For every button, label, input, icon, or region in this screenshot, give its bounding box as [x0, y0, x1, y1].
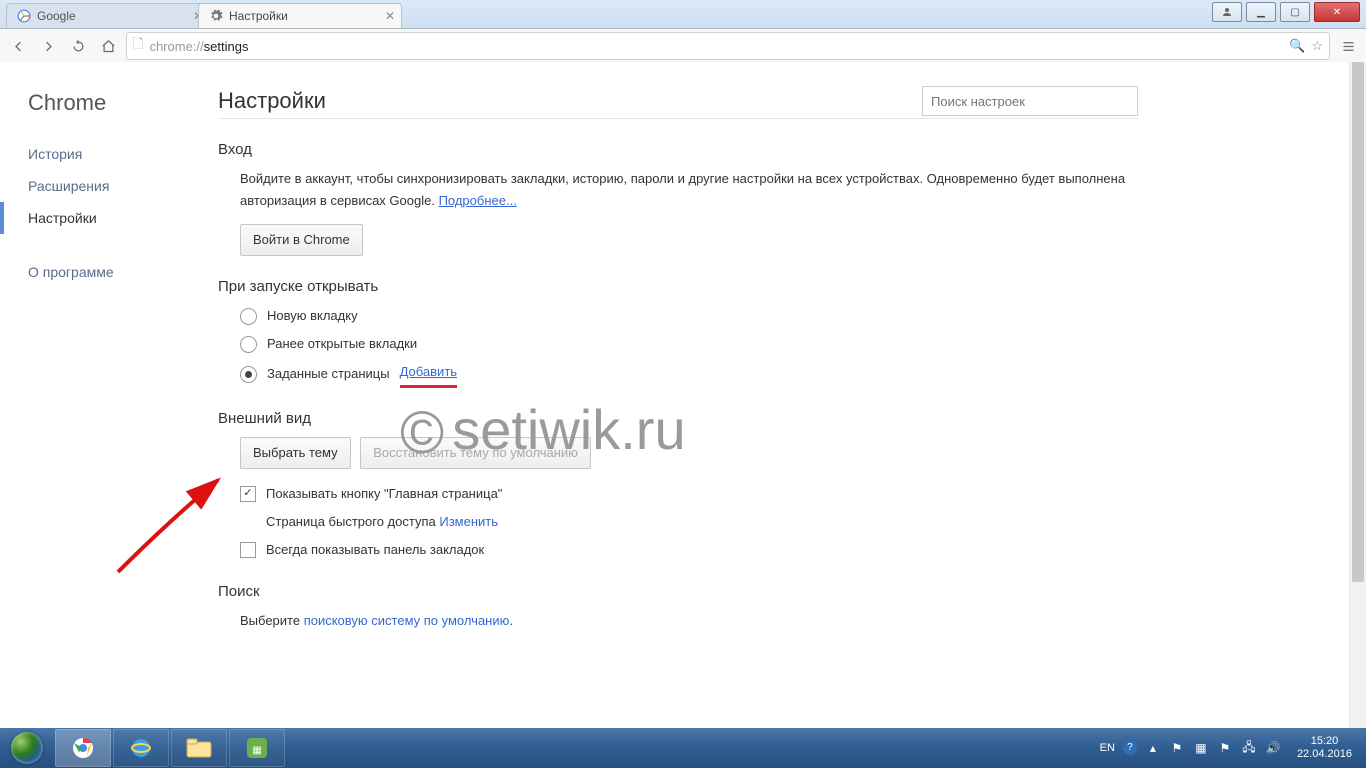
tab-close-icon[interactable]: ✕ — [385, 9, 395, 23]
tab-strip: Google ✕ Настройки ✕ — [0, 0, 1366, 28]
settings-page: Chrome История Расширения Настройки О пр… — [0, 62, 1366, 728]
settings-content: Настройки Вход Войдите в аккаунт, чтобы … — [188, 62, 1178, 728]
reset-theme-button[interactable]: Восстановить тему по умолчанию — [360, 437, 591, 469]
settings-sidebar: Chrome История Расширения Настройки О пр… — [0, 62, 188, 728]
radio-icon[interactable] — [240, 366, 257, 383]
tray-date: 22.04.2016 — [1297, 748, 1352, 761]
tray-clock[interactable]: 15:20 22.04.2016 — [1289, 735, 1360, 761]
tray-help-icon[interactable]: ? — [1123, 741, 1137, 755]
signin-more-link[interactable]: Подробнее... — [439, 193, 517, 208]
tray-overflow-icon[interactable]: ▴ — [1145, 740, 1161, 756]
checkbox-label: Показывать кнопку "Главная страница" — [266, 483, 502, 505]
section-signin-body: Войдите в аккаунт, чтобы синхронизироват… — [218, 168, 1138, 256]
windows-orb-icon — [11, 732, 43, 764]
window-controls: ▁ ▢ ✕ — [1212, 2, 1360, 22]
startup-option-specific[interactable]: Заданные страницы Добавить — [240, 361, 1138, 387]
google-favicon — [17, 9, 31, 23]
radio-label: Новую вкладку — [267, 305, 358, 327]
gear-icon — [209, 9, 223, 23]
always-show-bookmarks-row[interactable]: Всегда показывать панель закладок — [240, 539, 1138, 561]
minimize-button[interactable]: ▁ — [1246, 2, 1276, 22]
section-startup-body: Новую вкладку Ранее открытые вкладки Зад… — [218, 305, 1138, 387]
checkbox-icon[interactable] — [240, 542, 256, 558]
scrollbar-thumb[interactable] — [1352, 62, 1364, 582]
radio-label: Заданные страницы — [267, 363, 390, 385]
vertical-scrollbar[interactable] — [1349, 62, 1366, 728]
section-appearance-heading: Внешний вид — [218, 410, 1138, 427]
forward-button[interactable] — [36, 34, 60, 58]
tray-network-icon[interactable]: 🖧 — [1241, 740, 1257, 756]
tray-time: 15:20 — [1297, 735, 1352, 748]
browser-toolbar: 🗋 chrome://settings 🔍 ☆ — [0, 29, 1366, 64]
sidebar-item-settings[interactable]: Настройки — [0, 202, 188, 234]
section-search-body: Выберите поисковую систему по умолчанию. — [218, 610, 1138, 632]
brand-label: Chrome — [28, 90, 188, 116]
tray-lang[interactable]: EN — [1100, 742, 1115, 754]
tab-google[interactable]: Google ✕ — [6, 3, 210, 28]
sidebar-item-extensions[interactable]: Расширения — [28, 170, 188, 202]
tray-volume-icon[interactable]: 🔊 — [1265, 740, 1281, 756]
menu-button[interactable] — [1336, 34, 1360, 58]
tab-settings[interactable]: Настройки ✕ — [198, 3, 402, 28]
quick-access-row: Страница быстрого доступа Изменить — [240, 511, 1138, 533]
windows-taskbar: ▦ EN ? ▴ ⚑ ▦ ⚑ 🖧 🔊 15:20 22.04.2016 — [0, 728, 1366, 768]
address-bar[interactable]: 🗋 chrome://settings 🔍 ☆ — [126, 32, 1330, 60]
default-search-link[interactable]: поисковую систему по умолчанию — [304, 613, 510, 628]
taskbar-chrome-icon[interactable] — [55, 729, 111, 767]
quick-access-change-link[interactable]: Изменить — [439, 514, 498, 529]
quick-access-text: Страница быстрого доступа — [266, 514, 439, 529]
sidebar-item-history[interactable]: История — [28, 138, 188, 170]
section-search-heading: Поиск — [218, 583, 1138, 600]
startup-option-continue[interactable]: Ранее открытые вкладки — [240, 333, 1138, 355]
url-scheme: chrome:// — [149, 39, 203, 54]
tab-label: Google — [37, 9, 76, 23]
choose-theme-button[interactable]: Выбрать тему — [240, 437, 351, 469]
signin-text: Войдите в аккаунт, чтобы синхронизироват… — [240, 171, 1125, 208]
back-button[interactable] — [6, 34, 30, 58]
radio-icon[interactable] — [240, 336, 257, 353]
tray-flag-icon[interactable]: ⚑ — [1217, 740, 1233, 756]
settings-search-input[interactable] — [922, 86, 1138, 116]
show-home-checkbox-row[interactable]: Показывать кнопку "Главная страница" — [240, 483, 1138, 505]
url-path: settings — [204, 39, 249, 54]
startup-add-link[interactable]: Добавить — [400, 361, 457, 387]
radio-label: Ранее открытые вкладки — [267, 333, 417, 355]
checkbox-icon[interactable] — [240, 486, 256, 502]
section-signin-heading: Вход — [218, 141, 1138, 158]
taskbar-ie-icon[interactable] — [113, 729, 169, 767]
section-startup-heading: При запуске открывать — [218, 278, 1138, 295]
browser-titlebar: Google ✕ Настройки ✕ ▁ ▢ ✕ — [0, 0, 1366, 29]
sidebar-item-about[interactable]: О программе — [28, 256, 188, 288]
search-text-before: Выберите — [240, 613, 304, 628]
taskbar-bluestacks-icon[interactable]: ▦ — [229, 729, 285, 767]
section-appearance-body: Выбрать тему Восстановить тему по умолча… — [218, 437, 1138, 561]
close-button[interactable]: ✕ — [1314, 2, 1360, 22]
user-button[interactable] — [1212, 2, 1242, 22]
page-icon: 🗋 — [133, 35, 143, 57]
svg-text:▦: ▦ — [252, 745, 261, 756]
taskbar-explorer-icon[interactable] — [171, 729, 227, 767]
tray-app-icon[interactable]: ▦ — [1193, 740, 1209, 756]
tab-label: Настройки — [229, 9, 288, 23]
tray-security-icon[interactable]: ⚑ — [1169, 740, 1185, 756]
reload-button[interactable] — [66, 34, 90, 58]
zoom-icon[interactable]: 🔍 — [1289, 38, 1305, 54]
start-button[interactable] — [0, 728, 54, 768]
star-icon[interactable]: ☆ — [1311, 38, 1323, 54]
search-text-after: . — [509, 613, 513, 628]
system-tray: EN ? ▴ ⚑ ▦ ⚑ 🖧 🔊 15:20 22.04.2016 — [1100, 735, 1366, 761]
home-button[interactable] — [96, 34, 120, 58]
checkbox-label: Всегда показывать панель закладок — [266, 539, 484, 561]
maximize-button[interactable]: ▢ — [1280, 2, 1310, 22]
page-title: Настройки — [218, 88, 326, 114]
signin-button[interactable]: Войти в Chrome — [240, 224, 363, 256]
radio-icon[interactable] — [240, 308, 257, 325]
startup-option-newtab[interactable]: Новую вкладку — [240, 305, 1138, 327]
